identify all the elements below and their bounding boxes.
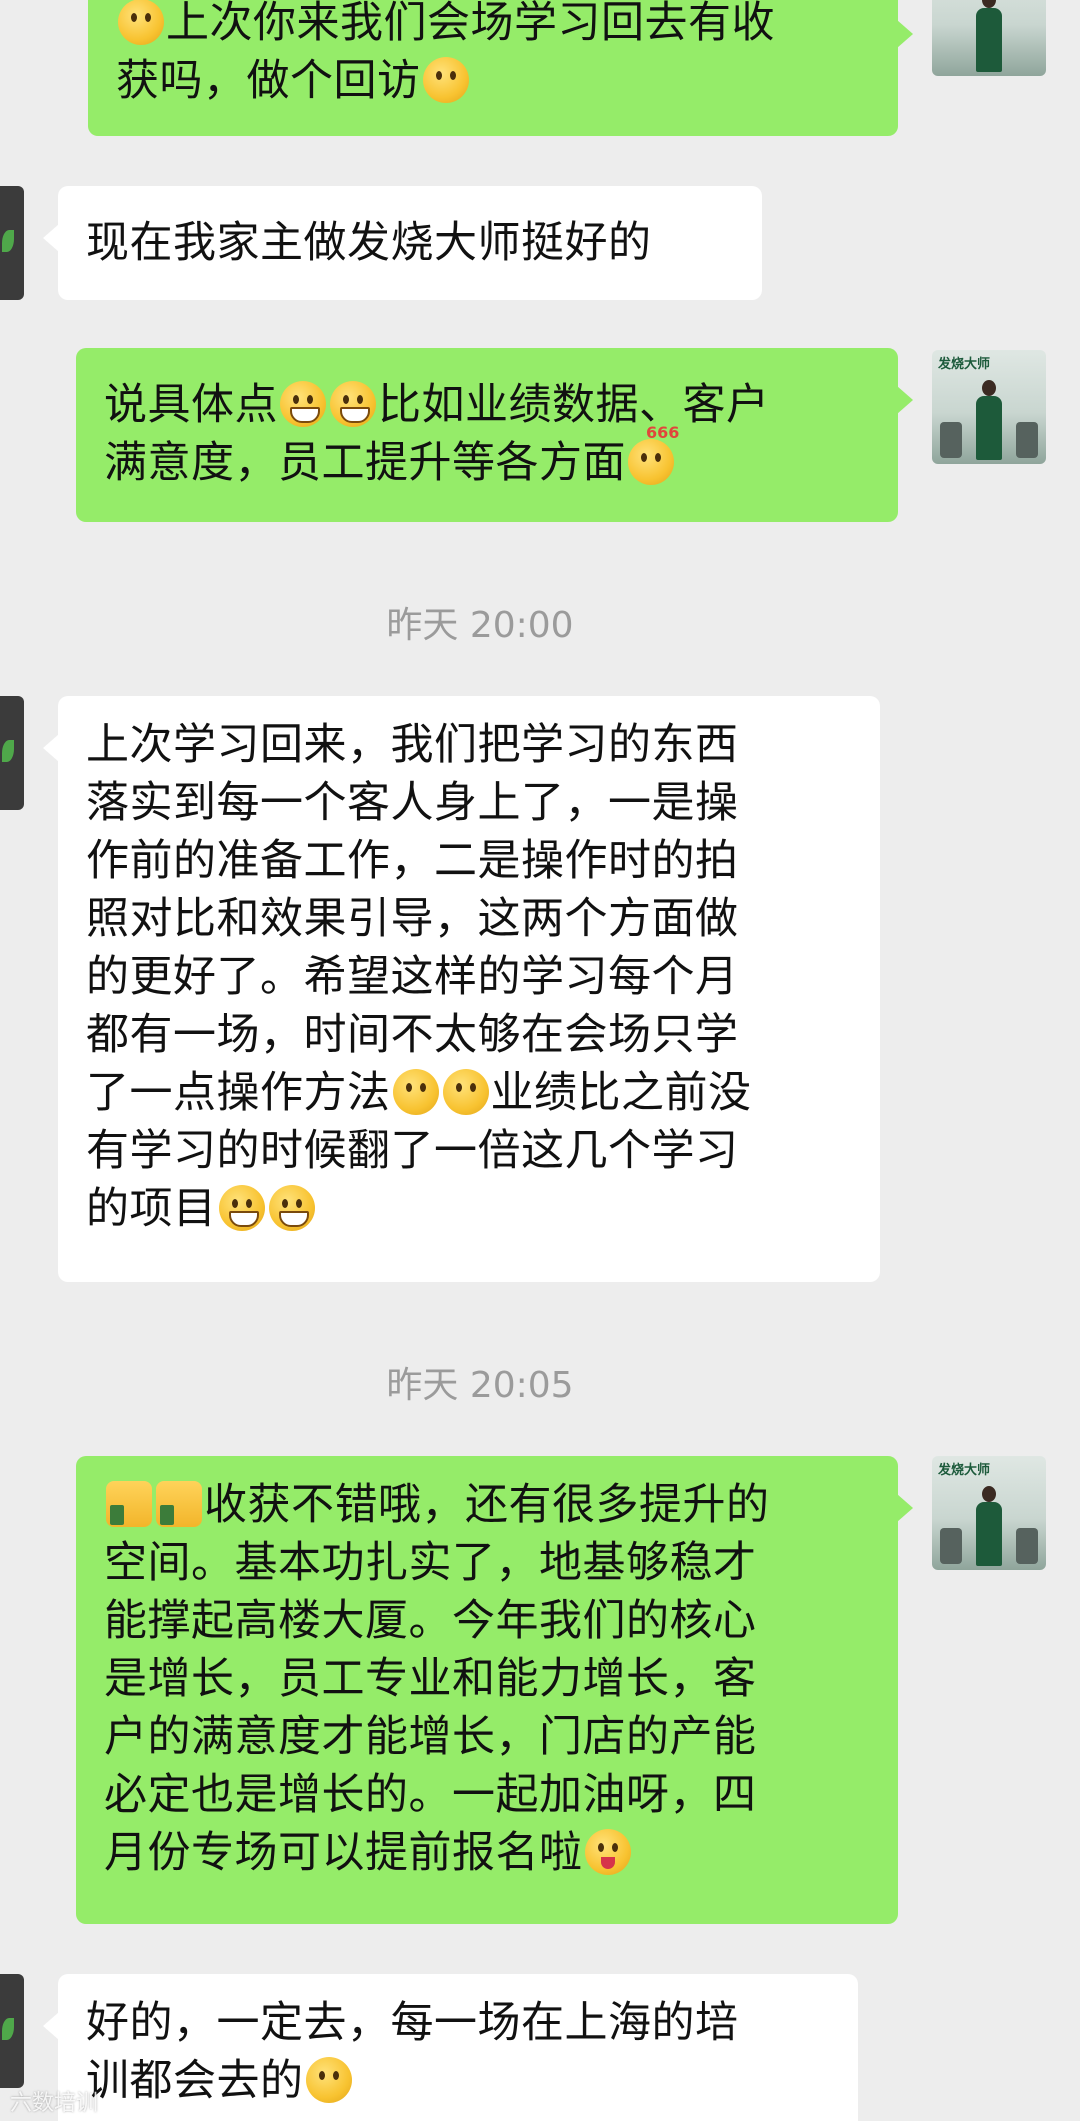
emoji-wink-icon	[584, 1829, 631, 1875]
message-text: 好的，一定去，每一场在上海的培	[86, 1998, 739, 2048]
message-text: 的更好了。希望这样的学习每个月	[86, 952, 739, 1002]
message-bubble-incoming[interactable]: 好的，一定去，每一场在上海的培 训都会去的	[43, 1974, 858, 2121]
contact-avatar[interactable]	[0, 186, 24, 300]
self-avatar[interactable]: 发烧大师	[932, 350, 1046, 464]
emoji-hmm-icon	[422, 57, 469, 103]
message-text: 说具体点	[104, 380, 278, 430]
message-bubble-outgoing[interactable]: 收获不错哦，还有很多提升的 空间。基本功扎实了，地基够稳才 能撑起高楼大厦。今年…	[76, 1456, 913, 1924]
message-text: 现在我家主做发烧大师挺好的	[86, 218, 652, 268]
message-text: 训都会去的	[86, 2056, 304, 2106]
emoji-grin-icon	[218, 1185, 265, 1231]
message-text: 满意度，员工提升等各方面	[104, 438, 626, 488]
message-text: 上次你来我们会场学习回去有收	[166, 0, 775, 48]
avatar-banner: 发烧大师	[938, 357, 991, 372]
self-avatar[interactable]	[932, 0, 1046, 76]
message-text: 月份专场可以提前报名啦	[104, 1828, 583, 1878]
watermark: 六数培训	[10, 2091, 99, 2116]
emoji-grin-icon	[330, 381, 376, 427]
emoji-smile-icon	[442, 1069, 489, 1115]
message-text: 落实到每一个客人身上了，一是操	[86, 778, 739, 828]
message-text: 空间。基本功扎实了，地基够稳才	[104, 1538, 757, 1588]
message-bubble-outgoing[interactable]: 说具体点 比如业绩数据、客户 满意度，员工提升等各方面 666	[76, 348, 913, 522]
emoji-badge: 666	[646, 423, 680, 442]
timestamp: 昨天 20:05	[386, 1365, 574, 1406]
contact-avatar[interactable]	[0, 1974, 24, 2088]
message-text: 是增长，员工专业和能力增长，客	[104, 1654, 757, 1704]
message-bubble-incoming[interactable]: 上次学习回来，我们把学习的东西 落实到每一个客人身上了，一是操 作前的准备工作，…	[43, 696, 880, 1282]
message-text: 必定也是增长的。一起加油呀，四	[104, 1770, 757, 1820]
self-avatar[interactable]: 发烧大师	[932, 1456, 1046, 1570]
message-text: 的项目	[86, 1184, 217, 1234]
emoji-smile-icon	[392, 1069, 439, 1115]
emoji-grin-icon	[268, 1185, 315, 1231]
message-text: 获吗，做个回访	[116, 56, 421, 106]
message-bubble-incoming[interactable]: 现在我家主做发烧大师挺好的	[43, 186, 762, 300]
message-text: 有学习的时候翻了一倍这几个学习	[86, 1126, 739, 1176]
message-text: 都有一场，时间不太够在会场只学	[86, 1010, 739, 1060]
message-text: 了一点操作方法	[86, 1068, 391, 1118]
message-bubble-outgoing[interactable]: 上次你来我们会场学习回去有收 获吗，做个回访	[88, 0, 913, 136]
message-text: 收获不错哦，还有很多提升的	[204, 1480, 770, 1530]
timestamp: 昨天 20:00	[386, 605, 574, 646]
emoji-smile-icon	[305, 2057, 352, 2103]
message-text: 比如业绩数据、客户	[378, 380, 770, 430]
message-text: 能撑起高楼大厦。今年我们的核心	[104, 1596, 757, 1646]
chat-window: 上次你来我们会场学习回去有收 获吗，做个回访 现在我家主做发烧大师挺好的 说具体…	[0, 0, 1080, 2121]
message-text: 业绩比之前没	[490, 1068, 752, 1118]
message-text: 户的满意度才能增长，门店的产能	[104, 1712, 757, 1762]
message-text: 照对比和效果引导，这两个方面做	[86, 894, 739, 944]
thumbs-up-icon	[156, 1481, 202, 1527]
emoji-hmm-icon	[118, 0, 164, 45]
emoji-grin-icon	[280, 381, 326, 427]
message-text: 作前的准备工作，二是操作时的拍	[86, 836, 739, 886]
contact-avatar[interactable]	[0, 696, 24, 810]
emoji-666-icon: 666	[628, 425, 679, 485]
thumbs-up-icon	[106, 1481, 152, 1527]
message-text: 上次学习回来，我们把学习的东西	[86, 720, 739, 770]
avatar-banner: 发烧大师	[938, 1463, 991, 1478]
